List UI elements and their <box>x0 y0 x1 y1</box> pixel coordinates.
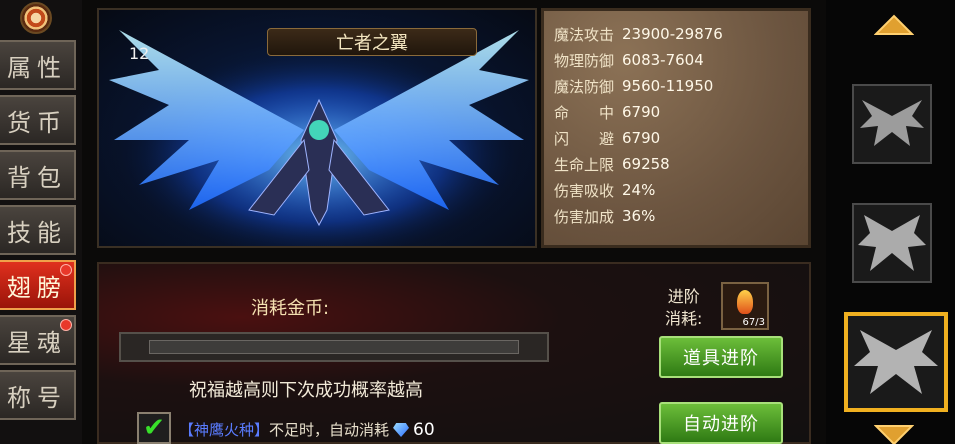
diamond-icon <box>393 423 410 437</box>
gold-cost-label: 消耗金币: <box>251 298 330 319</box>
tab-label: 属性 <box>7 53 67 82</box>
wing-thumbnail-icon <box>858 215 926 271</box>
stat-value: 36% <box>622 207 656 225</box>
advance-label-line2: 消耗: <box>665 309 703 328</box>
tab-attributes[interactable]: 属性 <box>0 40 76 90</box>
tab-label: 星魂 <box>7 328 67 357</box>
stat-row: 伤害加成 36% <box>554 203 808 229</box>
stat-value: 69258 <box>622 155 670 173</box>
stat-value: 6790 <box>622 129 661 147</box>
flame-icon <box>737 290 753 314</box>
advance-cost-label: 进阶 消耗: <box>665 286 702 330</box>
item-advance-button[interactable]: 道具进阶 <box>659 336 783 378</box>
auto-consume-desc: 不足时，自动消耗 <box>269 421 390 439</box>
stat-row: 命 中 6790 <box>554 99 808 125</box>
wing-thumbnail-icon <box>854 330 938 394</box>
advance-item-count: 67/3 <box>742 317 765 328</box>
tab-label: 货币 <box>7 108 67 137</box>
stat-row: 生命上限 69258 <box>554 151 808 177</box>
tab-label: 称号 <box>7 383 67 412</box>
wing-slot-3-selected[interactable] <box>844 312 948 412</box>
tab-skills[interactable]: 技能 <box>0 205 76 255</box>
wing-selector <box>826 0 955 444</box>
tab-star-soul[interactable]: 星魂 <box>0 315 76 365</box>
wing-thumbnail-icon <box>860 100 924 146</box>
notification-dot <box>60 264 72 276</box>
advance-label-line1: 进阶 <box>667 287 700 306</box>
bless-hint: 祝福越高则下次成功概率越高 <box>189 380 423 401</box>
stat-row: 闪 避 6790 <box>554 125 808 151</box>
bless-progress-bar <box>119 332 549 362</box>
wing-display: 亡者之翼 12 <box>97 8 537 248</box>
wing-slot-1[interactable] <box>852 84 932 164</box>
auto-consume-text: 【神鹰火种】不足时，自动消耗 60 <box>179 419 435 440</box>
side-nav: 属性 货币 背包 技能 翅膀 星魂 称号 <box>0 0 82 444</box>
stat-name: 物理防御 <box>554 51 615 70</box>
scroll-down-icon[interactable] <box>874 424 914 444</box>
diamond-count: 60 <box>413 420 435 440</box>
tab-currency[interactable]: 货币 <box>0 95 76 145</box>
stat-row: 物理防御 6083-7604 <box>554 47 808 73</box>
stats-panel: 魔法攻击 23900-29876 物理防御 6083-7604 魔法防御 9560-1… <box>541 8 811 248</box>
stat-name: 魔法防御 <box>554 77 615 96</box>
tab-label: 翅膀 <box>7 273 67 302</box>
wing-slot-2[interactable] <box>852 203 932 283</box>
upgrade-panel: 消耗金币: 祝福越高则下次成功概率越高 ✔ 【神鹰火种】不足时，自动消耗 60 进… <box>97 262 811 444</box>
stat-name: 命 中 <box>554 103 615 122</box>
stat-value: 24% <box>622 181 656 199</box>
stat-value: 6790 <box>622 103 661 121</box>
scroll-up-icon[interactable] <box>874 14 914 36</box>
advance-item-slot[interactable]: 67/3 <box>721 282 769 330</box>
stat-row: 魔法防御 9560-11950 <box>554 73 808 99</box>
stat-row: 魔法攻击 23900-29876 <box>554 21 808 47</box>
tab-bag[interactable]: 背包 <box>0 150 76 200</box>
tab-label: 技能 <box>7 218 67 247</box>
auto-consume-checkbox[interactable]: ✔ <box>137 412 171 444</box>
stat-name: 伤害加成 <box>554 207 615 226</box>
stat-row: 伤害吸收 24% <box>554 177 808 203</box>
tab-label: 背包 <box>7 163 67 192</box>
stat-name: 生命上限 <box>554 155 615 174</box>
stat-name: 闪 避 <box>554 129 615 148</box>
check-icon: ✔ <box>143 413 165 443</box>
stat-value: 23900-29876 <box>622 25 723 43</box>
avatar-icon[interactable] <box>20 2 52 34</box>
tab-wings[interactable]: 翅膀 <box>0 260 76 310</box>
auto-item-name: 【神鹰火种】 <box>179 421 270 439</box>
stat-value: 9560-11950 <box>622 77 714 95</box>
stat-name: 伤害吸收 <box>554 181 615 200</box>
stat-value: 6083-7604 <box>622 51 704 69</box>
auto-advance-button[interactable]: 自动进阶 <box>659 402 783 444</box>
notification-dot <box>60 319 72 331</box>
tab-title[interactable]: 称号 <box>0 370 76 420</box>
wing-level: 12 <box>129 44 150 63</box>
wing-name: 亡者之翼 <box>267 28 477 56</box>
stat-name: 魔法攻击 <box>554 25 615 44</box>
